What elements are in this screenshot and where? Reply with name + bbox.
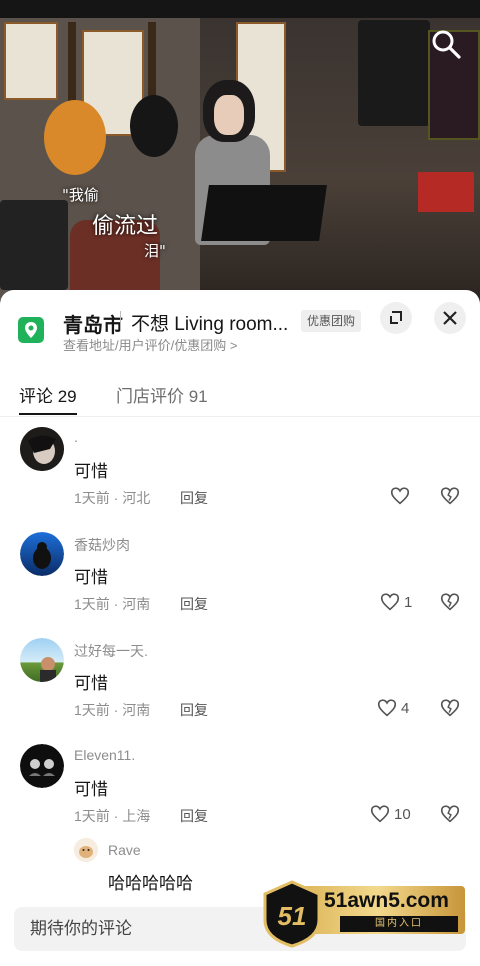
expand-button[interactable] [380, 302, 412, 334]
red-bag [418, 172, 474, 212]
video-player[interactable]: "我偷 偷流过 泪" [0, 0, 480, 300]
like-button[interactable]: 4 [376, 697, 409, 719]
search-icon[interactable] [430, 28, 462, 60]
comment-meta: 1天前 · 河南 [74, 596, 151, 612]
watermark-domain: 51awn5.com [324, 889, 449, 912]
watermark-subtitle: 国内入口 [340, 916, 458, 932]
expand-icon [390, 311, 402, 324]
dislike-button[interactable] [439, 485, 461, 507]
like-count: 4 [401, 699, 410, 717]
comment-username[interactable]: 香菇炒肉 [74, 535, 130, 555]
dislike-button[interactable] [439, 697, 461, 719]
comment-meta: 1天前 · 河北 [74, 490, 151, 506]
like-button[interactable]: 1 [379, 591, 412, 613]
avatar[interactable] [20, 427, 64, 471]
tab-comments[interactable]: 评论 29 [19, 382, 77, 407]
group-buy-badge[interactable]: 优惠团购 [301, 310, 362, 332]
comment-text: 可惜 [74, 780, 108, 799]
comment-text: 可惜 [74, 674, 108, 693]
guitar-body [44, 100, 106, 175]
comment-username[interactable]: 过好每一天. [74, 641, 148, 661]
broken-heart-icon [440, 699, 460, 717]
reply-text: 哈哈哈哈哈 [108, 874, 193, 893]
heart-icon [370, 805, 390, 823]
comment-username[interactable]: . [74, 429, 78, 445]
divider [0, 416, 480, 417]
speaker [358, 20, 430, 126]
tab-store-reviews[interactable]: 门店评价 91 [116, 382, 208, 407]
avatar[interactable] [20, 532, 64, 576]
comment-meta: 1天前 · 河南 [74, 702, 151, 718]
dislike-button[interactable] [439, 803, 461, 825]
singer-face [214, 95, 244, 135]
comment-text: 可惜 [74, 568, 108, 587]
avatar[interactable] [20, 744, 64, 788]
music-stand [201, 185, 327, 241]
watermark-logo: 51 [263, 880, 321, 948]
comment-username[interactable]: Eleven11. [74, 747, 135, 763]
close-button[interactable] [434, 302, 466, 334]
broken-heart-icon [440, 487, 460, 505]
reply-username[interactable]: Rave [108, 842, 141, 858]
close-icon [443, 311, 457, 325]
reply-button[interactable]: 回复 [180, 594, 208, 614]
like-count: 10 [394, 805, 411, 823]
shop-name[interactable]: 不想 Living room... [131, 309, 288, 336]
comment-input[interactable] [30, 907, 270, 951]
lyric-subtitle: 泪" [144, 242, 166, 260]
active-tab-indicator [19, 413, 77, 415]
calligraphy-poster [4, 22, 58, 100]
reply-button[interactable]: 回复 [180, 700, 208, 720]
like-count: 1 [404, 593, 413, 611]
lyric-subtitle: 偷流过 [92, 214, 159, 239]
broken-heart-icon [440, 593, 460, 611]
heart-icon [390, 487, 410, 505]
divider [120, 311, 121, 331]
reply-button[interactable]: 回复 [180, 488, 208, 508]
reply-button[interactable]: 回复 [180, 806, 208, 826]
broken-heart-icon [440, 805, 460, 823]
comment-meta: 1天前 · 上海 [74, 808, 151, 824]
like-button[interactable] [389, 485, 414, 507]
bass-guitar-body [130, 95, 178, 157]
shop-info-link[interactable]: 查看地址/用户评价/优惠团购 > [63, 335, 237, 354]
heart-icon [380, 593, 400, 611]
comment-text: 可惜 [74, 462, 108, 481]
avatar[interactable] [20, 638, 64, 682]
watermark-logo-text: 51 [278, 901, 307, 931]
heart-icon [377, 699, 397, 717]
guitar-neck [148, 22, 156, 102]
mixer [0, 200, 68, 290]
shop-city[interactable]: 青岛市 [63, 309, 123, 338]
dislike-button[interactable] [439, 591, 461, 613]
avatar[interactable] [74, 838, 98, 862]
location-pin-icon [18, 317, 44, 343]
like-button[interactable]: 10 [369, 803, 411, 825]
lyric-subtitle: "我偷 [62, 186, 99, 204]
